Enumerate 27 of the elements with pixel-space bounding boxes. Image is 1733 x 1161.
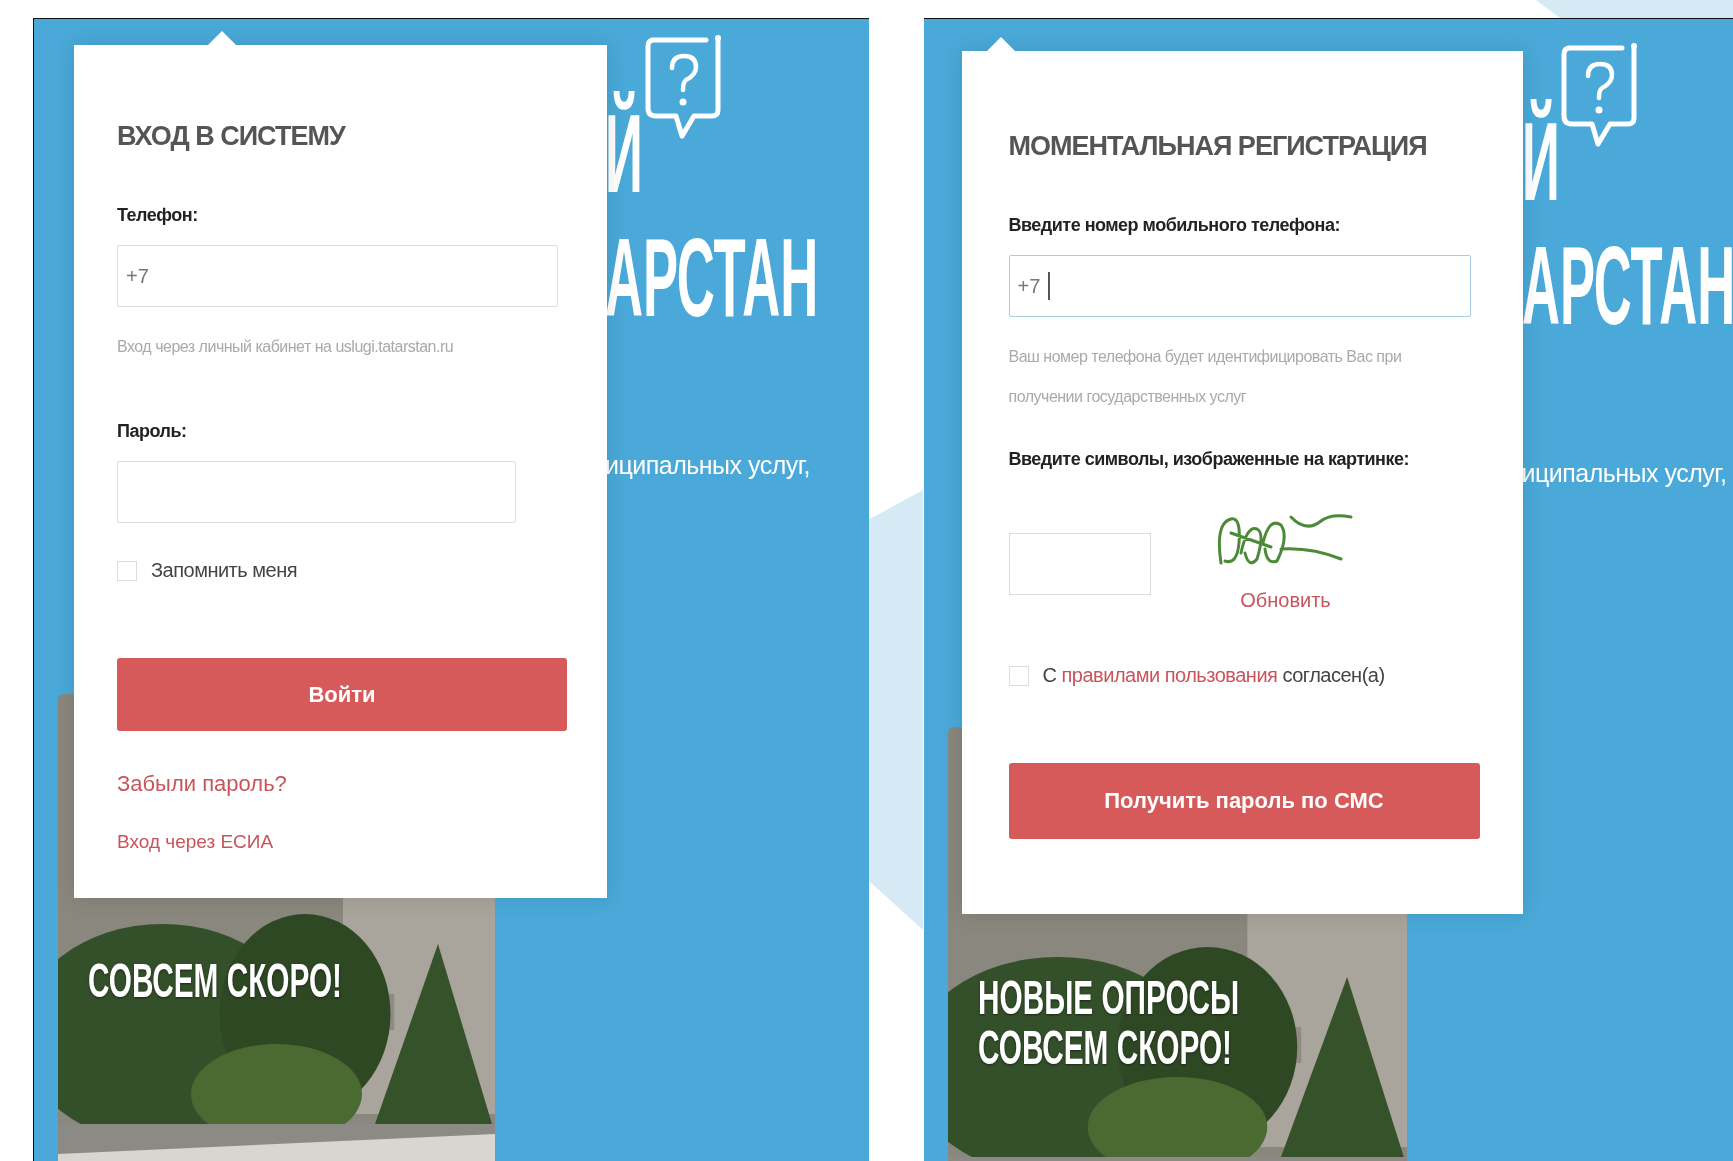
text-link[interactable]: Забыли пароль? bbox=[117, 771, 287, 797]
hint-text: Ваш номер телефона будет идентифицировать Вас при получении государственных услуг bbox=[1008, 347, 1403, 407]
hero-text-fragment: иципальных услуг, bbox=[1521, 457, 1727, 489]
field-label: Введите номер мобильного телефона: bbox=[1008, 214, 1340, 237]
terms-link[interactable]: правилами пользования bbox=[1061, 664, 1278, 686]
field-label: Пароль: bbox=[117, 420, 187, 443]
hero-text-fragment: иципальных услуг, bbox=[605, 449, 810, 481]
refresh-link[interactable]: Обновить bbox=[1240, 589, 1331, 612]
captcha-field[interactable] bbox=[1008, 533, 1151, 595]
card-title: СОВСЕМ СКОРО! bbox=[977, 1022, 1232, 1073]
hint-text: Вход через личный кабинет на uslugi.tatarstan.ru bbox=[117, 337, 454, 357]
field-label: Телефон: bbox=[117, 204, 198, 227]
checkbox-label: Запомнить меня bbox=[151, 559, 297, 582]
field-label: Введите символы, изображенные на картинке: bbox=[1008, 448, 1409, 471]
submit-button[interactable]: Войти bbox=[117, 658, 567, 731]
card-title: СОВСЕМ СКОРО! bbox=[88, 955, 342, 1006]
phone-field[interactable]: +7 bbox=[1008, 255, 1471, 317]
checkbox[interactable] bbox=[1008, 665, 1029, 686]
checkbox-label: С правилами пользования согласен(а) bbox=[1042, 664, 1385, 687]
checkbox[interactable] bbox=[117, 560, 137, 581]
submit-button[interactable]: Получить пароль по СМС bbox=[1008, 763, 1480, 839]
text-link[interactable]: Вход через ЕСИА bbox=[117, 831, 274, 853]
phone-field[interactable]: +7 bbox=[117, 245, 558, 307]
popup-title: МОМЕНТАЛЬНАЯ РЕГИСТРАЦИЯ bbox=[1008, 130, 1427, 163]
popup-title: ВХОД В СИСТЕМУ bbox=[117, 120, 345, 153]
card-title: НОВЫЕ ОПРОСЫ bbox=[977, 972, 1239, 1023]
password-field[interactable] bbox=[117, 461, 516, 523]
